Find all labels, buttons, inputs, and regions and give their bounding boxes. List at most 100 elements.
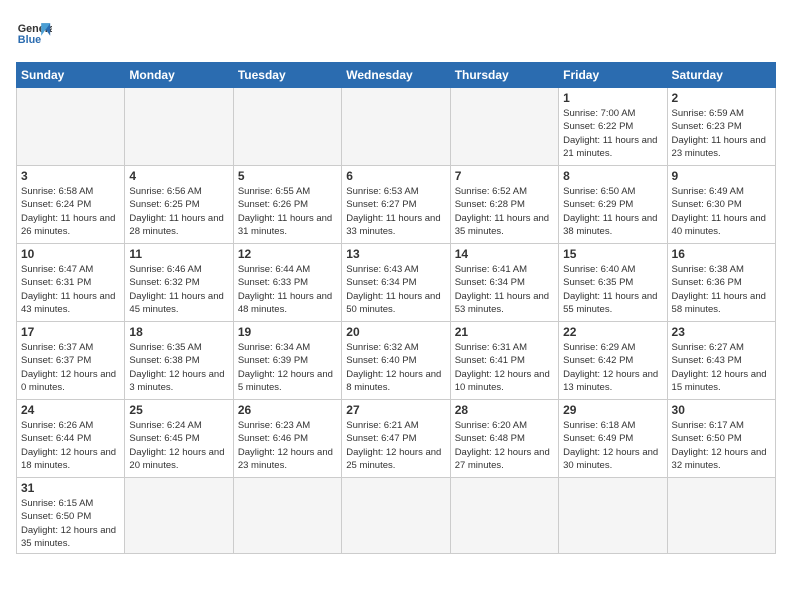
- day-header-thursday: Thursday: [450, 63, 558, 88]
- day-number: 22: [563, 325, 662, 339]
- calendar-cell: [233, 88, 341, 166]
- day-info: Sunrise: 6:38 AM Sunset: 6:36 PM Dayligh…: [672, 263, 771, 316]
- calendar-week-row: 24Sunrise: 6:26 AM Sunset: 6:44 PM Dayli…: [17, 400, 776, 478]
- day-info: Sunrise: 6:21 AM Sunset: 6:47 PM Dayligh…: [346, 419, 445, 472]
- day-number: 4: [129, 169, 228, 183]
- day-number: 23: [672, 325, 771, 339]
- day-info: Sunrise: 6:47 AM Sunset: 6:31 PM Dayligh…: [21, 263, 120, 316]
- calendar-cell: 2Sunrise: 6:59 AM Sunset: 6:23 PM Daylig…: [667, 88, 775, 166]
- calendar-cell: 17 Sunrise: 6:37 AM Sunset: 6:37 PM Dayli…: [17, 322, 125, 400]
- calendar-week-row: 3 Sunrise: 6:58 AM Sunset: 6:24 PM Daylig…: [17, 166, 776, 244]
- day-header-monday: Monday: [125, 63, 233, 88]
- day-info: Sunrise: 6:46 AM Sunset: 6:32 PM Dayligh…: [129, 263, 228, 316]
- day-number: 3: [21, 169, 120, 183]
- calendar-cell: [125, 478, 233, 554]
- day-number: 26: [238, 403, 337, 417]
- day-info: Sunrise: 6:50 AM Sunset: 6:29 PM Dayligh…: [563, 185, 662, 238]
- day-number: 31: [21, 481, 120, 495]
- calendar-cell: 27 Sunrise: 6:21 AM Sunset: 6:47 PM Dayli…: [342, 400, 450, 478]
- day-number: 17: [21, 325, 120, 339]
- calendar-cell: 11Sunrise: 6:46 AM Sunset: 6:32 PM Dayli…: [125, 244, 233, 322]
- calendar-cell: 13 Sunrise: 6:43 AM Sunset: 6:34 PM Dayli…: [342, 244, 450, 322]
- calendar-cell: 24Sunrise: 6:26 AM Sunset: 6:44 PM Dayli…: [17, 400, 125, 478]
- day-info: Sunrise: 6:44 AM Sunset: 6:33 PM Dayligh…: [238, 263, 337, 316]
- day-info: Sunrise: 6:53 AM Sunset: 6:27 PM Dayligh…: [346, 185, 445, 238]
- day-info: Sunrise: 6:18 AM Sunset: 6:49 PM Dayligh…: [563, 419, 662, 472]
- day-number: 9: [672, 169, 771, 183]
- calendar-cell: 10 Sunrise: 6:47 AM Sunset: 6:31 PM Dayli…: [17, 244, 125, 322]
- day-info: Sunrise: 6:43 AM Sunset: 6:34 PM Dayligh…: [346, 263, 445, 316]
- calendar-week-row: 10 Sunrise: 6:47 AM Sunset: 6:31 PM Dayli…: [17, 244, 776, 322]
- day-header-saturday: Saturday: [667, 63, 775, 88]
- svg-text:Blue: Blue: [18, 34, 41, 46]
- calendar-cell: 16 Sunrise: 6:38 AM Sunset: 6:36 PM Dayli…: [667, 244, 775, 322]
- day-header-tuesday: Tuesday: [233, 63, 341, 88]
- calendar-cell: 5 Sunrise: 6:55 AM Sunset: 6:26 PM Daylig…: [233, 166, 341, 244]
- day-number: 13: [346, 247, 445, 261]
- calendar-cell: 12 Sunrise: 6:44 AM Sunset: 6:33 PM Dayli…: [233, 244, 341, 322]
- day-info: Sunrise: 6:29 AM Sunset: 6:42 PM Dayligh…: [563, 341, 662, 394]
- calendar-cell: 21Sunrise: 6:31 AM Sunset: 6:41 PM Dayli…: [450, 322, 558, 400]
- day-info: Sunrise: 6:41 AM Sunset: 6:34 PM Dayligh…: [455, 263, 554, 316]
- day-number: 27: [346, 403, 445, 417]
- calendar-cell: 14Sunrise: 6:41 AM Sunset: 6:34 PM Dayli…: [450, 244, 558, 322]
- day-info: Sunrise: 6:56 AM Sunset: 6:25 PM Dayligh…: [129, 185, 228, 238]
- calendar-cell: 6Sunrise: 6:53 AM Sunset: 6:27 PM Daylig…: [342, 166, 450, 244]
- calendar-cell: 26 Sunrise: 6:23 AM Sunset: 6:46 PM Dayli…: [233, 400, 341, 478]
- calendar-cell: 29Sunrise: 6:18 AM Sunset: 6:49 PM Dayli…: [559, 400, 667, 478]
- day-info: Sunrise: 6:15 AM Sunset: 6:50 PM Dayligh…: [21, 497, 120, 550]
- day-info: Sunrise: 6:37 AM Sunset: 6:37 PM Dayligh…: [21, 341, 120, 394]
- day-number: 10: [21, 247, 120, 261]
- day-number: 8: [563, 169, 662, 183]
- day-number: 1: [563, 91, 662, 105]
- day-info: Sunrise: 7:00 AM Sunset: 6:22 PM Dayligh…: [563, 107, 662, 160]
- day-number: 25: [129, 403, 228, 417]
- day-info: Sunrise: 6:34 AM Sunset: 6:39 PM Dayligh…: [238, 341, 337, 394]
- calendar-cell: 18 Sunrise: 6:35 AM Sunset: 6:38 PM Dayli…: [125, 322, 233, 400]
- logo-icon: General Blue: [16, 16, 52, 52]
- day-number: 16: [672, 247, 771, 261]
- calendar-cell: [450, 88, 558, 166]
- day-info: Sunrise: 6:49 AM Sunset: 6:30 PM Dayligh…: [672, 185, 771, 238]
- header: General Blue: [16, 16, 776, 52]
- calendar-cell: 7 Sunrise: 6:52 AM Sunset: 6:28 PM Daylig…: [450, 166, 558, 244]
- day-info: Sunrise: 6:58 AM Sunset: 6:24 PM Dayligh…: [21, 185, 120, 238]
- day-info: Sunrise: 6:35 AM Sunset: 6:38 PM Dayligh…: [129, 341, 228, 394]
- day-number: 7: [455, 169, 554, 183]
- day-header-friday: Friday: [559, 63, 667, 88]
- day-info: Sunrise: 6:23 AM Sunset: 6:46 PM Dayligh…: [238, 419, 337, 472]
- calendar-cell: 25Sunrise: 6:24 AM Sunset: 6:45 PM Dayli…: [125, 400, 233, 478]
- calendar-header-row: SundayMondayTuesdayWednesdayThursdayFrid…: [17, 63, 776, 88]
- calendar-week-row: 17 Sunrise: 6:37 AM Sunset: 6:37 PM Dayli…: [17, 322, 776, 400]
- day-number: 18: [129, 325, 228, 339]
- calendar-cell: 20 Sunrise: 6:32 AM Sunset: 6:40 PM Dayli…: [342, 322, 450, 400]
- calendar-cell: [125, 88, 233, 166]
- calendar-week-row: 31 Sunrise: 6:15 AM Sunset: 6:50 PM Dayli…: [17, 478, 776, 554]
- day-number: 24: [21, 403, 120, 417]
- day-number: 12: [238, 247, 337, 261]
- day-number: 20: [346, 325, 445, 339]
- calendar-cell: [342, 88, 450, 166]
- day-info: Sunrise: 6:52 AM Sunset: 6:28 PM Dayligh…: [455, 185, 554, 238]
- calendar-cell: [342, 478, 450, 554]
- calendar-cell: 31 Sunrise: 6:15 AM Sunset: 6:50 PM Dayli…: [17, 478, 125, 554]
- calendar-cell: [559, 478, 667, 554]
- calendar-cell: [233, 478, 341, 554]
- day-number: 2: [672, 91, 771, 105]
- logo: General Blue: [16, 16, 52, 52]
- calendar-cell: [667, 478, 775, 554]
- calendar-cell: 4 Sunrise: 6:56 AM Sunset: 6:25 PM Daylig…: [125, 166, 233, 244]
- calendar-cell: 1 Sunrise: 7:00 AM Sunset: 6:22 PM Daylig…: [559, 88, 667, 166]
- calendar: SundayMondayTuesdayWednesdayThursdayFrid…: [16, 62, 776, 554]
- calendar-cell: 9 Sunrise: 6:49 AM Sunset: 6:30 PM Daylig…: [667, 166, 775, 244]
- calendar-cell: 30Sunrise: 6:17 AM Sunset: 6:50 PM Dayli…: [667, 400, 775, 478]
- day-number: 5: [238, 169, 337, 183]
- calendar-week-row: 1 Sunrise: 7:00 AM Sunset: 6:22 PM Daylig…: [17, 88, 776, 166]
- day-info: Sunrise: 6:32 AM Sunset: 6:40 PM Dayligh…: [346, 341, 445, 394]
- calendar-cell: [17, 88, 125, 166]
- day-number: 30: [672, 403, 771, 417]
- day-info: Sunrise: 6:20 AM Sunset: 6:48 PM Dayligh…: [455, 419, 554, 472]
- day-info: Sunrise: 6:55 AM Sunset: 6:26 PM Dayligh…: [238, 185, 337, 238]
- calendar-cell: [450, 478, 558, 554]
- day-info: Sunrise: 6:27 AM Sunset: 6:43 PM Dayligh…: [672, 341, 771, 394]
